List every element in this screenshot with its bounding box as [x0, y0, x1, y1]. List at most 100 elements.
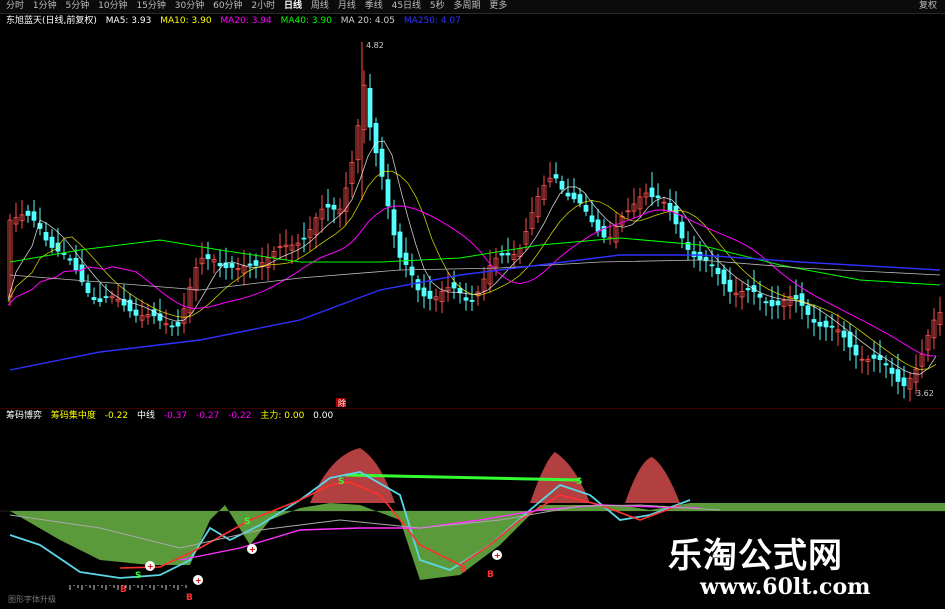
chart-canvas: ++++BBB BSSS S 4.82 3.62 除	[0, 41, 945, 603]
candle-body	[655, 195, 661, 199]
candle-body	[175, 321, 181, 327]
bottom-status: 图形字体升级	[8, 595, 56, 604]
candle-body	[553, 174, 559, 179]
buy-marker: B	[487, 570, 494, 580]
candle-body	[229, 263, 235, 268]
candle-body	[367, 87, 373, 128]
candle-body	[403, 252, 409, 265]
ma5-line	[7, 140, 937, 375]
candle-body	[421, 287, 427, 297]
candle-body	[247, 263, 253, 266]
candle-body	[91, 297, 97, 300]
candle-body	[73, 257, 79, 271]
candle-body	[469, 299, 475, 302]
candle-body	[373, 122, 379, 154]
candle-body	[871, 354, 877, 359]
ma20-line	[7, 205, 937, 357]
sell-marker: S	[244, 517, 250, 527]
marker-plus: +	[249, 545, 256, 554]
sell-marker: S	[576, 477, 582, 487]
candlestick-group	[7, 42, 943, 402]
candle-body	[67, 258, 73, 261]
candle-body	[25, 210, 31, 216]
candle-body	[325, 203, 331, 208]
marker-plus: +	[147, 562, 154, 571]
candle-body	[589, 215, 595, 223]
candle-body	[427, 290, 433, 299]
candle-body	[61, 253, 67, 255]
candle-body	[853, 344, 859, 356]
high-price-label: 4.82	[366, 41, 384, 50]
candle-body	[331, 204, 337, 210]
buy-marker: B	[186, 593, 193, 603]
candle-body	[43, 232, 49, 241]
candle-body	[901, 377, 907, 387]
candle-body	[757, 293, 763, 298]
candle-body	[889, 367, 895, 374]
candle-body	[205, 254, 211, 260]
candle-body	[79, 264, 85, 283]
candle-body	[763, 301, 769, 304]
candle-body	[169, 325, 175, 328]
watermark-title: 乐淘公式网	[668, 536, 843, 576]
candle-body	[691, 251, 697, 258]
watermark-url: www.60lt.com	[700, 574, 871, 600]
candle-body	[397, 231, 403, 258]
candle-body	[253, 260, 259, 266]
candle-body	[499, 253, 505, 256]
moving-averages	[7, 140, 941, 375]
candle-body	[301, 237, 307, 240]
candle-body	[769, 300, 775, 307]
candle-body	[103, 296, 109, 298]
candle-body	[823, 320, 829, 328]
candle-body	[667, 202, 673, 212]
candle-body	[727, 279, 733, 292]
candle-body	[595, 219, 601, 232]
candle-body	[31, 211, 37, 221]
candle-body	[649, 187, 655, 198]
candle-body	[97, 298, 103, 302]
candle-body	[841, 330, 847, 338]
sell-marker: S	[135, 571, 141, 581]
candle-body	[679, 221, 685, 239]
candle-body	[505, 252, 511, 256]
candle-body	[883, 363, 889, 366]
candle-body	[565, 192, 571, 197]
candle-body	[745, 288, 751, 291]
ex-rights-label: 除	[338, 398, 346, 408]
ma250-line	[9, 254, 941, 371]
candle-body	[847, 331, 853, 348]
candle-body	[715, 267, 721, 275]
candle-body	[799, 293, 805, 306]
buy-marker: B	[460, 565, 467, 575]
candle-body	[385, 179, 391, 207]
candle-body	[577, 194, 583, 204]
candle-body	[133, 309, 139, 316]
candle-body	[571, 192, 577, 200]
candle-body	[775, 300, 781, 306]
candle-body	[409, 266, 415, 276]
candle-body	[415, 279, 421, 291]
marker-plus: +	[195, 576, 202, 585]
ma10-line	[7, 170, 937, 371]
candle-body	[49, 236, 55, 248]
candle-body	[673, 205, 679, 225]
candle-body	[559, 180, 565, 190]
candle-body	[457, 287, 463, 294]
candle-body	[829, 325, 835, 328]
candle-body	[85, 282, 91, 294]
sell-marker: S	[338, 477, 344, 487]
candle-body	[463, 297, 469, 301]
candle-body	[793, 295, 799, 300]
candle-body	[583, 204, 589, 212]
ma-line	[9, 259, 941, 291]
candle-body	[811, 319, 817, 323]
low-price-label: 3.62	[916, 389, 934, 398]
candle-body	[817, 321, 823, 327]
candle-body	[895, 369, 901, 382]
candle-body	[217, 263, 223, 267]
marker-plus: +	[494, 551, 501, 560]
candle-body	[709, 264, 715, 267]
candle-body	[451, 282, 457, 289]
red-hump	[625, 457, 680, 503]
